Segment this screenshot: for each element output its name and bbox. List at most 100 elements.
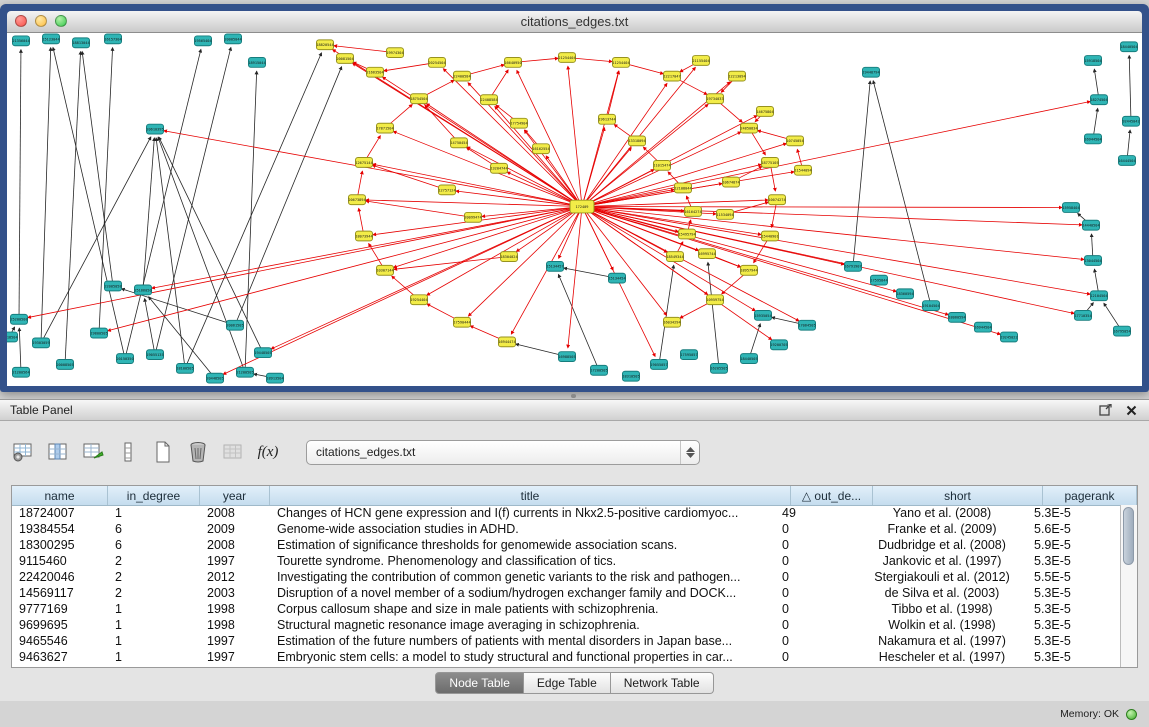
graph-node[interactable] bbox=[387, 48, 404, 58]
graph-edge[interactable] bbox=[373, 164, 577, 205]
graph-node[interactable] bbox=[1083, 220, 1100, 230]
graph-node[interactable] bbox=[105, 34, 122, 44]
delete-icon[interactable] bbox=[185, 439, 211, 465]
graph-edge[interactable] bbox=[587, 207, 1090, 294]
graph-edge[interactable] bbox=[587, 208, 949, 315]
cell-in_degree[interactable]: 6 bbox=[108, 538, 200, 552]
graph-edge[interactable] bbox=[564, 268, 612, 277]
cell-year[interactable]: 2008 bbox=[200, 538, 270, 552]
memory-status-icon[interactable] bbox=[1126, 709, 1137, 720]
graph-edge[interactable] bbox=[680, 302, 711, 318]
table-row[interactable]: 946554611997Estimation of the future num… bbox=[12, 633, 1121, 649]
graph-node[interactable] bbox=[439, 185, 456, 195]
graph-edge[interactable] bbox=[470, 326, 502, 340]
graph-edge[interactable] bbox=[187, 53, 322, 364]
graph-edge[interactable] bbox=[467, 148, 495, 166]
graph-node[interactable] bbox=[465, 212, 482, 222]
cell-short[interactable]: Yano et al. (2008) bbox=[857, 506, 1027, 520]
graph-node[interactable] bbox=[533, 144, 550, 154]
graph-node[interactable] bbox=[147, 350, 164, 360]
graph-node[interactable] bbox=[699, 249, 716, 259]
graph-edge[interactable] bbox=[772, 317, 802, 324]
new-file-icon[interactable] bbox=[150, 439, 176, 465]
graph-node[interactable] bbox=[757, 107, 774, 117]
cell-name[interactable]: 9699695 bbox=[12, 618, 108, 632]
cell-in_degree[interactable]: 1 bbox=[108, 602, 200, 616]
graph-edge[interactable] bbox=[223, 209, 577, 375]
graph-edge[interactable] bbox=[758, 131, 791, 140]
graph-node[interactable] bbox=[923, 301, 940, 311]
graph-node[interactable] bbox=[177, 363, 194, 373]
graph-edge[interactable] bbox=[853, 81, 870, 261]
graph-edge[interactable] bbox=[518, 58, 558, 62]
graph-node[interactable] bbox=[1001, 332, 1018, 342]
graph-node[interactable] bbox=[679, 229, 696, 239]
column-header-title[interactable]: title bbox=[270, 486, 791, 505]
cell-pagerank[interactable]: 5.9E-5 bbox=[1027, 538, 1121, 552]
cell-pagerank[interactable]: 5.3E-5 bbox=[1027, 650, 1121, 664]
graph-edge[interactable] bbox=[237, 67, 342, 321]
graph-node[interactable] bbox=[195, 36, 212, 46]
graph-node[interactable] bbox=[411, 295, 428, 305]
cell-pagerank[interactable]: 5.3E-5 bbox=[1027, 506, 1121, 520]
graph-edge[interactable] bbox=[1127, 130, 1130, 156]
graph-node[interactable] bbox=[591, 365, 608, 375]
graph-node[interactable] bbox=[741, 265, 758, 275]
graph-edge[interactable] bbox=[373, 165, 443, 188]
window-titlebar[interactable]: citations_edges.txt bbox=[7, 11, 1142, 33]
graph-node[interactable] bbox=[723, 177, 740, 187]
graph-node[interactable] bbox=[356, 158, 373, 168]
close-button[interactable] bbox=[15, 15, 27, 27]
cell-pagerank[interactable]: 5.3E-5 bbox=[1027, 618, 1121, 632]
cell-year[interactable]: 1997 bbox=[200, 554, 270, 568]
cell-name[interactable]: 9777169 bbox=[12, 602, 108, 616]
cell-short[interactable]: Stergiakouli et al. (2012) bbox=[857, 570, 1027, 584]
graph-edge[interactable] bbox=[1094, 269, 1098, 291]
vertical-scrollbar[interactable] bbox=[1120, 505, 1137, 667]
graph-edge[interactable] bbox=[156, 138, 184, 364]
graph-edge[interactable] bbox=[384, 63, 432, 71]
cell-out_degree[interactable]: 0 bbox=[775, 586, 857, 600]
cell-in_degree[interactable]: 2 bbox=[108, 570, 200, 584]
graph-edge[interactable] bbox=[53, 47, 124, 353]
graph-node[interactable] bbox=[454, 317, 471, 327]
graph-node[interactable] bbox=[1085, 56, 1102, 66]
graph-node[interactable] bbox=[559, 53, 576, 63]
graph-node[interactable] bbox=[499, 337, 516, 347]
cell-year[interactable]: 1998 bbox=[200, 618, 270, 632]
cell-year[interactable]: 2012 bbox=[200, 570, 270, 584]
graph-node[interactable] bbox=[73, 38, 90, 48]
cell-out_degree[interactable]: 0 bbox=[775, 602, 857, 616]
graph-edge[interactable] bbox=[389, 105, 413, 125]
graph-node[interactable] bbox=[845, 261, 862, 271]
graph-edge[interactable] bbox=[586, 116, 757, 205]
cell-year[interactable]: 2009 bbox=[200, 522, 270, 536]
cell-title[interactable]: Structural magnetic resonance image aver… bbox=[270, 618, 775, 632]
graph-edge[interactable] bbox=[366, 200, 577, 206]
cell-in_degree[interactable]: 1 bbox=[108, 634, 200, 648]
cell-year[interactable]: 2008 bbox=[200, 506, 270, 520]
cell-pagerank[interactable]: 5.5E-5 bbox=[1027, 570, 1121, 584]
cell-pagerank[interactable]: 5.6E-5 bbox=[1027, 522, 1121, 536]
graph-edge[interactable] bbox=[1091, 234, 1092, 256]
graph-edge[interactable] bbox=[587, 207, 1082, 225]
graph-edge[interactable] bbox=[626, 64, 663, 74]
column-header-out_degree[interactable]: △ out_de... bbox=[791, 486, 873, 505]
graph-node[interactable] bbox=[1063, 203, 1080, 213]
graph-node[interactable] bbox=[664, 71, 681, 81]
graph-edge[interactable] bbox=[359, 208, 363, 231]
cell-name[interactable]: 9465546 bbox=[12, 634, 108, 648]
graph-node[interactable] bbox=[454, 71, 471, 81]
cell-year[interactable]: 1997 bbox=[200, 634, 270, 648]
graph-edge[interactable] bbox=[159, 137, 261, 348]
zoom-button[interactable] bbox=[55, 15, 67, 27]
cell-in_degree[interactable]: 2 bbox=[108, 586, 200, 600]
tab-edge-table[interactable]: Edge Table bbox=[524, 672, 611, 694]
cell-title[interactable]: Changes of HCN gene expression and I(f) … bbox=[270, 506, 775, 520]
graph-node[interactable] bbox=[377, 265, 394, 275]
graph-node[interactable] bbox=[491, 163, 508, 173]
cell-name[interactable]: 22420046 bbox=[12, 570, 108, 584]
graph-node[interactable] bbox=[225, 34, 242, 44]
graph-edge[interactable] bbox=[427, 304, 458, 320]
tab-network-table[interactable]: Network Table bbox=[611, 672, 714, 694]
